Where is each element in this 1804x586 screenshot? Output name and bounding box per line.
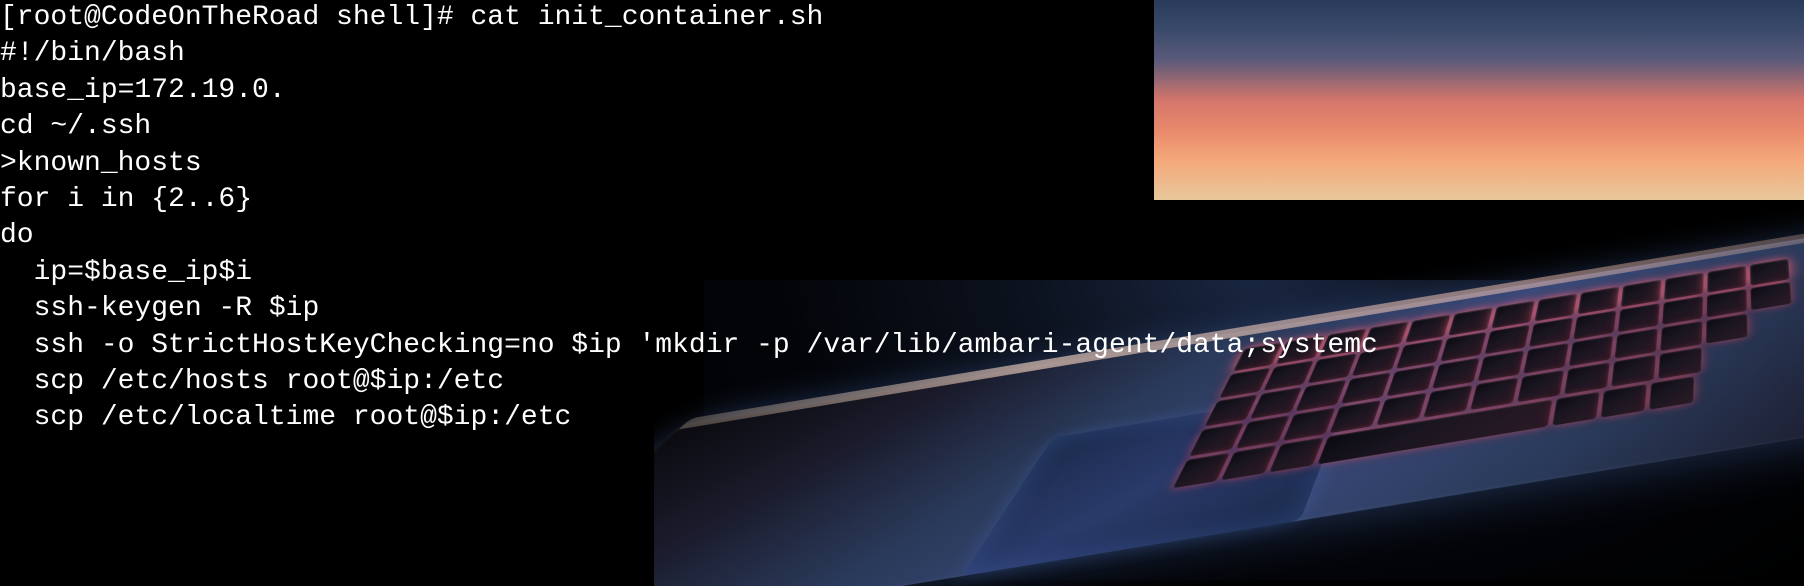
terminal-line: cd ~/.ssh [0,109,1804,145]
terminal-line: >known_hosts [0,146,1804,182]
terminal-line: [root@CodeOnTheRoad shell]# cat init_con… [0,0,1804,36]
terminal-line: ssh -o StrictHostKeyChecking=no $ip 'mkd… [0,328,1804,364]
terminal-line: scp /etc/localtime root@$ip:/etc [0,400,1804,436]
terminal-line: ip=$base_ip$i [0,255,1804,291]
terminal-line: base_ip=172.19.0. [0,73,1804,109]
terminal-line: ssh-keygen -R $ip [0,291,1804,327]
terminal-line: #!/bin/bash [0,36,1804,72]
terminal-line: for i in {2..6} [0,182,1804,218]
terminal-line: scp /etc/hosts root@$ip:/etc [0,364,1804,400]
terminal-output[interactable]: [root@CodeOnTheRoad shell]# cat init_con… [0,0,1804,437]
terminal-line: do [0,218,1804,254]
